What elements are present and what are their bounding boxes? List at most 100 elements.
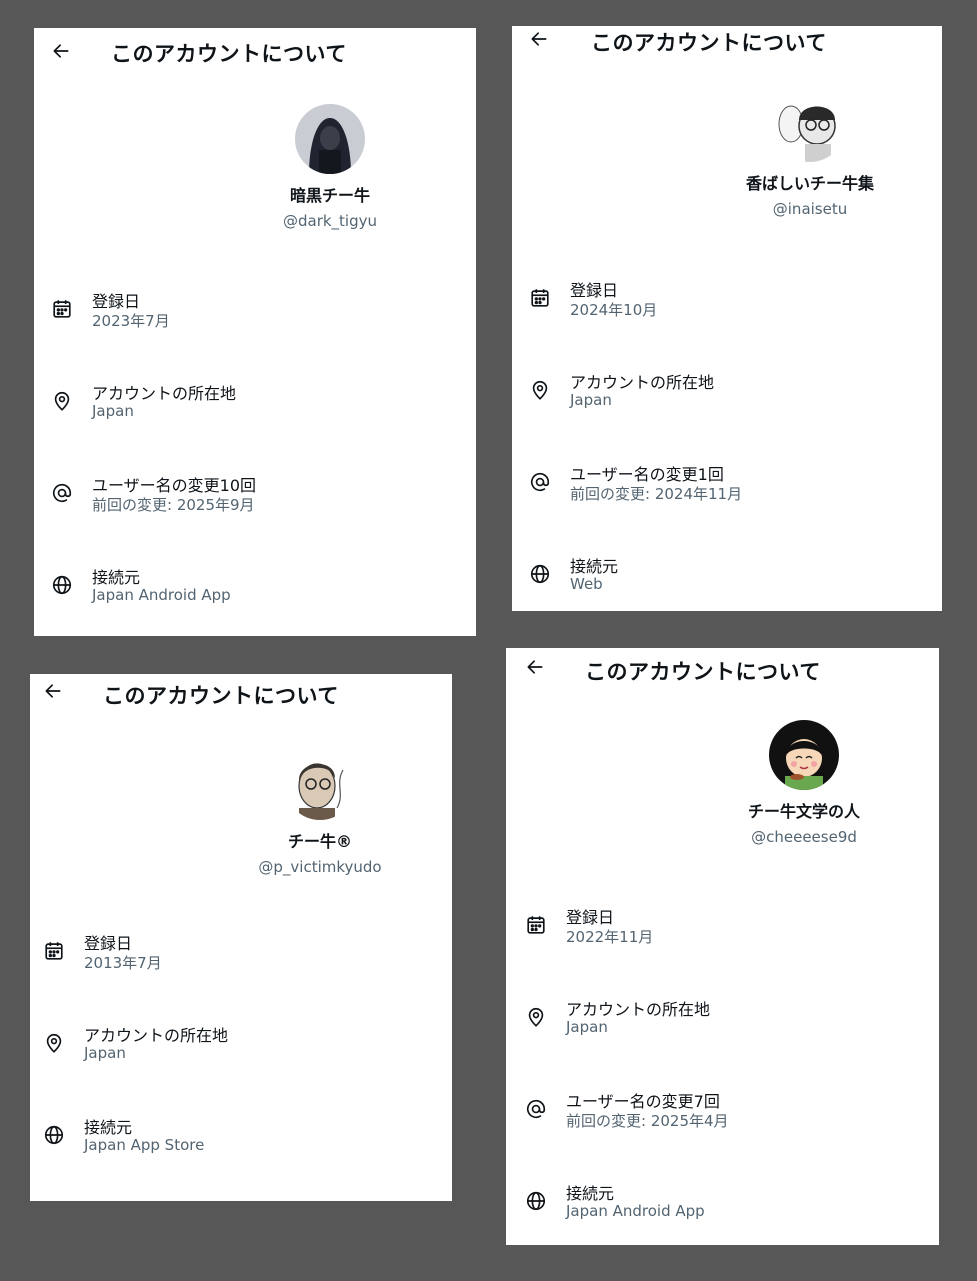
page-title: このアカウントについて bbox=[111, 42, 347, 66]
location-row: アカウントの所在地 Japan bbox=[506, 996, 939, 1088]
calendar-icon bbox=[43, 940, 65, 962]
account-info-card-cheeeese9d: このアカウントについて チー牛文学の人 @cheeeese9d 登録日 2022… bbox=[506, 648, 939, 1245]
arrow-left-icon bbox=[529, 29, 549, 53]
connected-via-value: Japan App Store bbox=[84, 1136, 205, 1154]
connected-via-value: Web bbox=[570, 575, 603, 593]
connected-via-value: Japan Android App bbox=[566, 1202, 705, 1220]
connected-via-row: 接続元 Japan Android App bbox=[506, 1180, 939, 1245]
location-pin-icon bbox=[51, 390, 73, 412]
card-header: このアカウントについて bbox=[34, 28, 476, 78]
back-button[interactable] bbox=[522, 656, 548, 682]
location-value: Japan bbox=[84, 1044, 126, 1062]
back-button[interactable] bbox=[526, 28, 552, 54]
location-value: Japan bbox=[566, 1018, 608, 1036]
joined-row: 登録日 2022年11月 bbox=[506, 904, 939, 996]
location-value: Japan bbox=[570, 391, 612, 409]
location-label: アカウントの所在地 bbox=[84, 1026, 229, 1045]
user-handle[interactable]: @inaisetu bbox=[710, 200, 910, 218]
card-header: このアカウントについて bbox=[506, 648, 939, 698]
avatar[interactable] bbox=[285, 750, 355, 820]
calendar-icon bbox=[529, 287, 551, 309]
globe-icon bbox=[529, 563, 551, 585]
username-changes-row: ユーザー名の変更1回 前回の変更: 2024年11月 bbox=[512, 461, 942, 553]
location-pin-icon bbox=[43, 1032, 65, 1054]
avatar[interactable] bbox=[769, 720, 839, 790]
joined-value: 2023年7月 bbox=[92, 312, 170, 330]
username-changes-row: ユーザー名の変更10回 前回の変更: 2025年9月 bbox=[34, 472, 476, 564]
card-header: このアカウントについて bbox=[512, 26, 942, 76]
account-details-list: 登録日 2013年7月 アカウントの所在地 Japan 接続元 Japan Ap… bbox=[30, 930, 452, 1201]
account-info-card-p-victimkyudo: このアカウントについて チー牛® @p_victimkyudo 登録日 2013… bbox=[30, 674, 452, 1201]
account-details-list: 登録日 2022年11月 アカウントの所在地 Japan ユーザー名の変更7回 … bbox=[506, 904, 939, 1245]
location-row: アカウントの所在地 Japan bbox=[512, 369, 942, 461]
joined-value: 2022年11月 bbox=[566, 928, 654, 946]
joined-row: 登録日 2024年10月 bbox=[512, 277, 942, 369]
arrow-left-icon bbox=[51, 41, 71, 65]
joined-label: 登録日 bbox=[566, 908, 615, 927]
globe-icon bbox=[43, 1124, 65, 1146]
globe-icon bbox=[525, 1190, 547, 1212]
joined-value: 2013年7月 bbox=[84, 954, 162, 972]
user-handle[interactable]: @cheeeese9d bbox=[704, 828, 904, 846]
location-label: アカウントの所在地 bbox=[92, 384, 237, 403]
display-name: 暗黒チー牛 bbox=[289, 186, 370, 205]
back-button[interactable] bbox=[48, 40, 74, 66]
location-label: アカウントの所在地 bbox=[570, 373, 715, 392]
location-row: アカウントの所在地 Japan bbox=[34, 380, 476, 472]
connected-via-value: Japan Android App bbox=[92, 586, 231, 604]
connected-via-label: 接続元 bbox=[92, 568, 141, 587]
joined-value: 2024年10月 bbox=[570, 301, 658, 319]
username-changes-value: 前回の変更: 2025年4月 bbox=[566, 1112, 729, 1130]
page-title: このアカウントについて bbox=[585, 660, 821, 684]
joined-label: 登録日 bbox=[570, 281, 619, 300]
username-changes-value: 前回の変更: 2025年9月 bbox=[92, 496, 255, 514]
at-sign-icon bbox=[525, 1098, 547, 1120]
connected-via-label: 接続元 bbox=[566, 1184, 615, 1203]
profile-summary: チー牛® @p_victimkyudo bbox=[220, 750, 420, 876]
profile-summary: 暗黒チー牛 @dark_tigyu bbox=[230, 104, 430, 230]
account-info-card-dark-tigyu: このアカウントについて 暗黒チー牛 @dark_tigyu 登録日 2023年7… bbox=[34, 28, 476, 636]
avatar[interactable] bbox=[775, 92, 845, 162]
display-name: 香ばしいチー牛集 bbox=[745, 174, 874, 193]
location-pin-icon bbox=[529, 379, 551, 401]
username-changes-row: ユーザー名の変更7回 前回の変更: 2025年4月 bbox=[506, 1088, 939, 1180]
username-changes-value: 前回の変更: 2024年11月 bbox=[570, 485, 743, 503]
arrow-left-icon bbox=[525, 657, 545, 681]
connected-via-row: 接続元 Japan App Store bbox=[30, 1114, 452, 1201]
joined-row: 登録日 2023年7月 bbox=[34, 288, 476, 380]
profile-summary: チー牛文学の人 @cheeeese9d bbox=[704, 720, 904, 846]
connected-via-label: 接続元 bbox=[570, 557, 619, 576]
account-details-list: 登録日 2024年10月 アカウントの所在地 Japan ユーザー名の変更1回 … bbox=[512, 277, 942, 611]
location-label: アカウントの所在地 bbox=[566, 1000, 711, 1019]
username-changes-label: ユーザー名の変更1回 bbox=[570, 465, 724, 484]
display-name: チー牛文学の人 bbox=[747, 802, 860, 821]
location-pin-icon bbox=[525, 1006, 547, 1028]
at-sign-icon bbox=[51, 482, 73, 504]
card-header: このアカウントについて bbox=[30, 674, 452, 724]
display-name: チー牛® bbox=[287, 832, 352, 851]
connected-via-row: 接続元 Japan Android App bbox=[34, 564, 476, 636]
globe-icon bbox=[51, 574, 73, 596]
arrow-left-icon bbox=[43, 681, 63, 705]
avatar[interactable] bbox=[295, 104, 365, 174]
user-handle[interactable]: @p_victimkyudo bbox=[220, 858, 420, 876]
connected-via-row: 接続元 Web bbox=[512, 553, 942, 611]
joined-label: 登録日 bbox=[84, 934, 133, 953]
location-row: アカウントの所在地 Japan bbox=[30, 1022, 452, 1114]
profile-summary: 香ばしいチー牛集 @inaisetu bbox=[710, 92, 910, 218]
calendar-icon bbox=[525, 914, 547, 936]
joined-row: 登録日 2013年7月 bbox=[30, 930, 452, 1022]
account-details-list: 登録日 2023年7月 アカウントの所在地 Japan ユーザー名の変更10回 … bbox=[34, 288, 476, 636]
at-sign-icon bbox=[529, 471, 551, 493]
location-value: Japan bbox=[92, 402, 134, 420]
user-handle[interactable]: @dark_tigyu bbox=[230, 212, 430, 230]
page-title: このアカウントについて bbox=[591, 31, 827, 55]
username-changes-label: ユーザー名の変更10回 bbox=[92, 476, 257, 495]
calendar-icon bbox=[51, 298, 73, 320]
page-title: このアカウントについて bbox=[103, 684, 339, 708]
back-button[interactable] bbox=[40, 680, 66, 706]
connected-via-label: 接続元 bbox=[84, 1118, 133, 1137]
username-changes-label: ユーザー名の変更7回 bbox=[566, 1092, 720, 1111]
joined-label: 登録日 bbox=[92, 292, 141, 311]
account-info-card-inaisetu: このアカウントについて 香ばしいチー牛集 @inaisetu 登録日 2024年… bbox=[512, 26, 942, 611]
